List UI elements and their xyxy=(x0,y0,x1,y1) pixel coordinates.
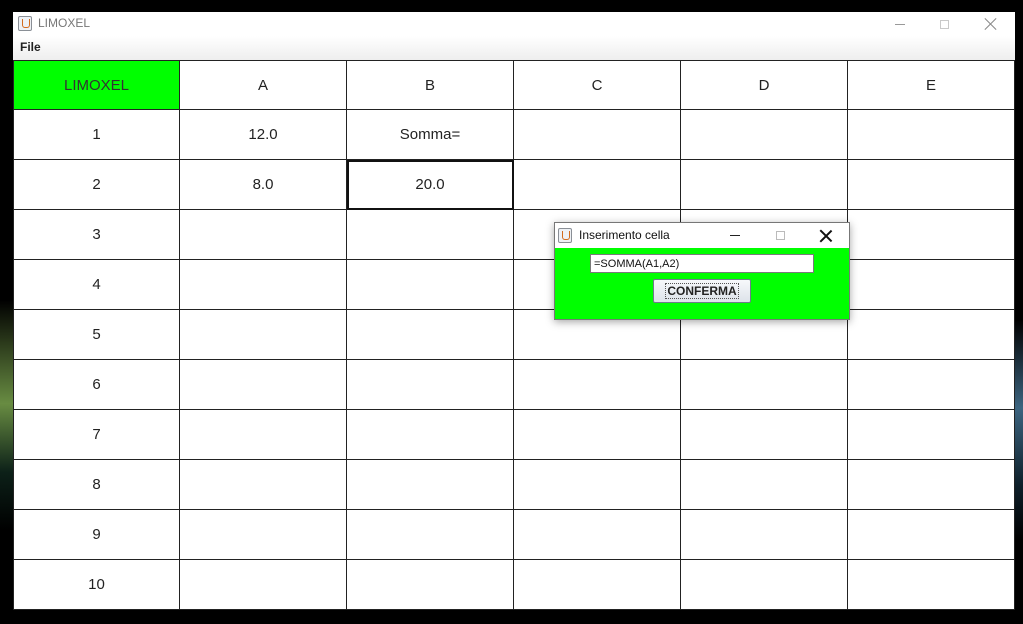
cell-c1[interactable] xyxy=(514,110,681,160)
minimize-icon xyxy=(730,235,740,236)
minimize-icon xyxy=(894,23,905,25)
row-header-4: 4 xyxy=(13,260,180,310)
column-header-b: B xyxy=(347,60,514,110)
cell-e7[interactable] xyxy=(848,410,1015,460)
cell-a9[interactable] xyxy=(180,510,347,560)
cell-d8[interactable] xyxy=(681,460,848,510)
cell-d1[interactable] xyxy=(681,110,848,160)
column-header-c: C xyxy=(514,60,681,110)
column-header-e: E xyxy=(848,60,1015,110)
cell-b8[interactable] xyxy=(347,460,514,510)
cell-e6[interactable] xyxy=(848,360,1015,410)
cell-a5[interactable] xyxy=(180,310,347,360)
cell-e8[interactable] xyxy=(848,460,1015,510)
cell-d6[interactable] xyxy=(681,360,848,410)
cell-e9[interactable] xyxy=(848,510,1015,560)
java-cup-icon xyxy=(18,16,32,31)
corner-header: LIMOXEL xyxy=(13,60,180,110)
close-icon xyxy=(820,230,832,242)
cell-b2[interactable]: 20.0 xyxy=(347,160,514,210)
row-header-3: 3 xyxy=(13,210,180,260)
menu-file[interactable]: File xyxy=(20,40,41,54)
cell-c9[interactable] xyxy=(514,510,681,560)
cell-a1[interactable]: 12.0 xyxy=(180,110,347,160)
row-header-10: 10 xyxy=(13,560,180,610)
maximize-icon xyxy=(775,231,785,240)
maximize-icon xyxy=(940,19,949,29)
cell-b9[interactable] xyxy=(347,510,514,560)
close-icon xyxy=(985,18,997,30)
cell-b4[interactable] xyxy=(347,260,514,310)
cell-b5[interactable] xyxy=(347,310,514,360)
dialog-title-bar: Inserimento cella xyxy=(555,223,849,248)
cell-b7[interactable] xyxy=(347,410,514,460)
maximize-button[interactable] xyxy=(922,12,967,36)
spreadsheet-grid: LIMOXEL A B C D E 1 12.0 Somma= 2 8.0 20… xyxy=(13,60,1015,610)
menu-bar: File xyxy=(13,36,1015,60)
cell-a3[interactable] xyxy=(180,210,347,260)
minimize-button[interactable] xyxy=(877,12,922,36)
cell-c7[interactable] xyxy=(514,410,681,460)
insert-cell-dialog: Inserimento cella CONFERMA xyxy=(554,222,850,320)
cell-b1[interactable]: Somma= xyxy=(347,110,514,160)
column-header-d: D xyxy=(681,60,848,110)
row-header-7: 7 xyxy=(13,410,180,460)
main-window: LIMOXEL File LIMOXEL A B C D E 1 12.0 So… xyxy=(13,12,1015,610)
close-button[interactable] xyxy=(968,12,1013,36)
cell-a10[interactable] xyxy=(180,560,347,610)
row-header-8: 8 xyxy=(13,460,180,510)
cell-c8[interactable] xyxy=(514,460,681,510)
dialog-close-button[interactable] xyxy=(804,223,848,248)
confirm-button-label: CONFERMA xyxy=(665,283,739,299)
desktop-background-glow-left xyxy=(0,300,14,530)
confirm-button[interactable]: CONFERMA xyxy=(653,279,751,303)
row-header-2: 2 xyxy=(13,160,180,210)
dialog-maximize-button[interactable] xyxy=(758,223,802,248)
row-header-6: 6 xyxy=(13,360,180,410)
cell-d9[interactable] xyxy=(681,510,848,560)
cell-b10[interactable] xyxy=(347,560,514,610)
java-cup-icon xyxy=(558,228,572,243)
row-header-1: 1 xyxy=(13,110,180,160)
cell-a2[interactable]: 8.0 xyxy=(180,160,347,210)
cell-a8[interactable] xyxy=(180,460,347,510)
cell-e4[interactable] xyxy=(848,260,1015,310)
cell-e2[interactable] xyxy=(848,160,1015,210)
column-header-a: A xyxy=(180,60,347,110)
row-header-9: 9 xyxy=(13,510,180,560)
cell-e1[interactable] xyxy=(848,110,1015,160)
cell-e3[interactable] xyxy=(848,210,1015,260)
cell-a6[interactable] xyxy=(180,360,347,410)
cell-b6[interactable] xyxy=(347,360,514,410)
cell-a4[interactable] xyxy=(180,260,347,310)
formula-input[interactable] xyxy=(590,254,814,273)
cell-e5[interactable] xyxy=(848,310,1015,360)
cell-c10[interactable] xyxy=(514,560,681,610)
cell-c6[interactable] xyxy=(514,360,681,410)
dialog-minimize-button[interactable] xyxy=(713,223,757,248)
title-bar: LIMOXEL xyxy=(13,12,1015,36)
cell-e10[interactable] xyxy=(848,560,1015,610)
cell-d2[interactable] xyxy=(681,160,848,210)
window-title: LIMOXEL xyxy=(38,16,91,30)
cell-d10[interactable] xyxy=(681,560,848,610)
cell-d7[interactable] xyxy=(681,410,848,460)
dialog-title: Inserimento cella xyxy=(579,228,670,242)
cell-b3[interactable] xyxy=(347,210,514,260)
cell-a7[interactable] xyxy=(180,410,347,460)
row-header-5: 5 xyxy=(13,310,180,360)
cell-c2[interactable] xyxy=(514,160,681,210)
